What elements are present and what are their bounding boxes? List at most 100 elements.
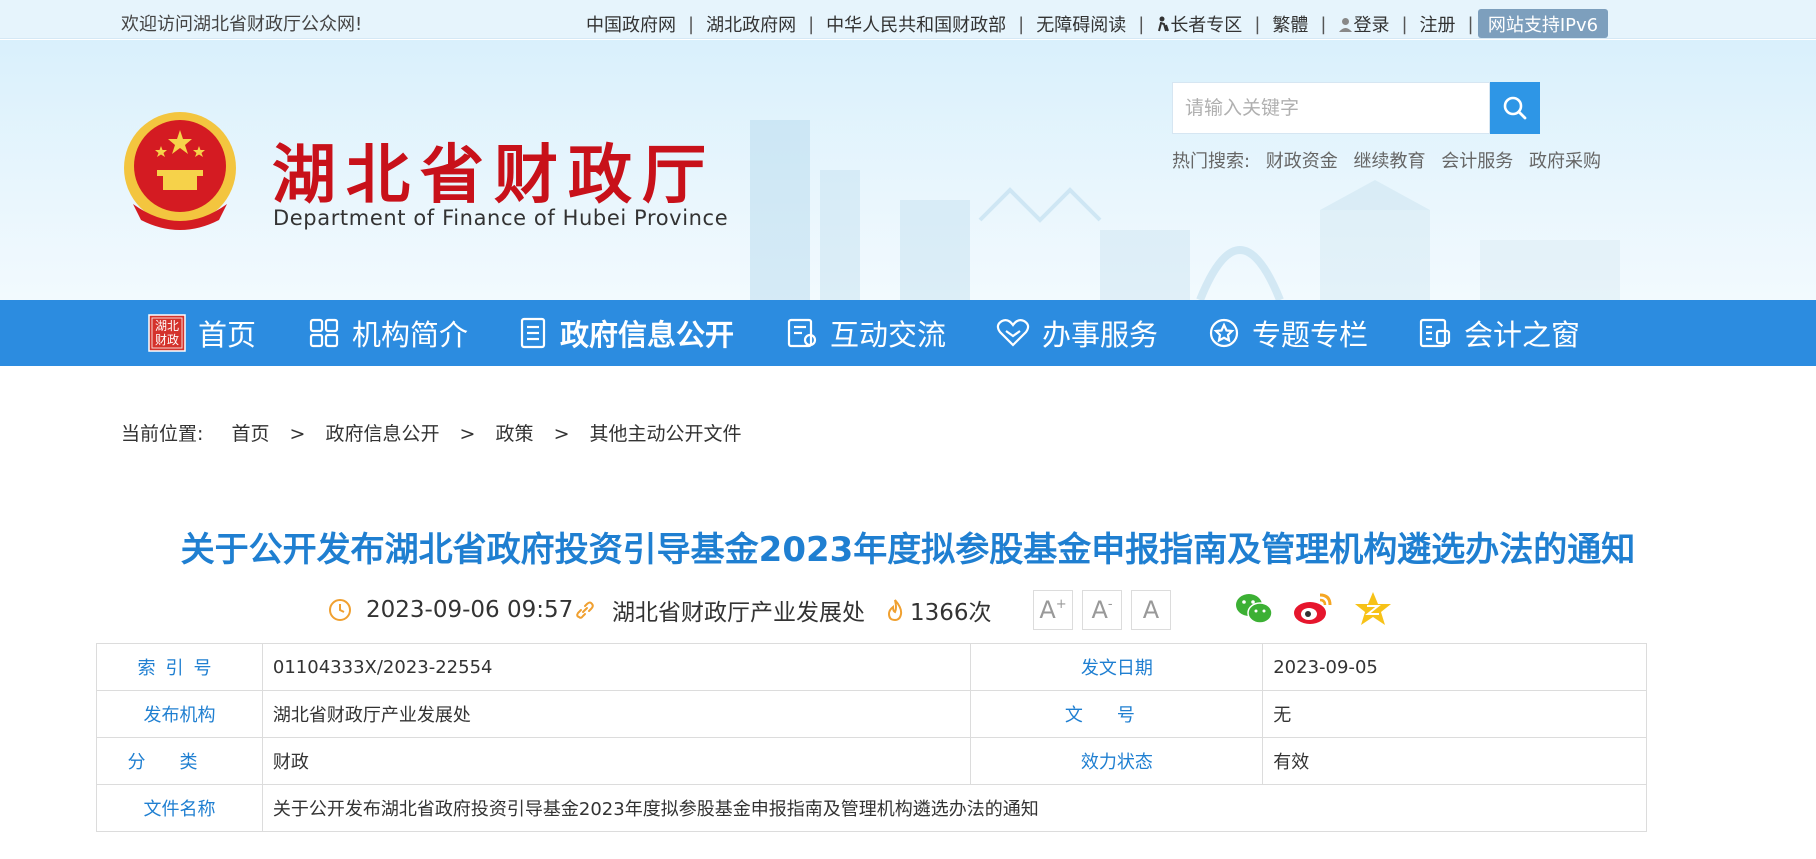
- separator: |: [688, 13, 695, 35]
- heart-icon: [996, 318, 1030, 348]
- font-decrease-button[interactable]: A-: [1082, 590, 1122, 630]
- elderly-icon: [1158, 16, 1170, 32]
- separator: |: [1467, 13, 1474, 35]
- nav-topics-label: 专题专栏: [1252, 318, 1369, 352]
- breadcrumb-separator: >: [289, 423, 306, 445]
- link-traditional[interactable]: 繁體: [1272, 11, 1308, 37]
- nav-accounting-label: 会计之窗: [1464, 318, 1581, 352]
- form-icon: [786, 317, 818, 349]
- font-reset-button[interactable]: A: [1131, 590, 1171, 630]
- nav-gov-info[interactable]: 政府信息公开: [518, 300, 734, 366]
- top-utility-bar: 欢迎访问湖北省财政厅公众网! 中国政府网 | 湖北政府网 | 中华人民共和国财政…: [0, 0, 1816, 39]
- separator: |: [1138, 13, 1145, 35]
- hubei-finance-logo-icon: [148, 314, 186, 352]
- search-icon: [1503, 96, 1527, 120]
- link-login-label: 登录: [1353, 15, 1390, 36]
- publish-source-value: 湖北省财政厅产业发展处: [612, 600, 865, 626]
- nav-home[interactable]: 首页: [148, 300, 256, 366]
- grid-icon: [308, 317, 340, 349]
- filename-value: 关于公开发布湖北省政府投资引导基金2023年度拟参股基金申报指南及管理机构遴选办…: [261, 784, 1648, 832]
- link-elderly[interactable]: 长者专区: [1156, 11, 1242, 37]
- date-value: 2023-09-05: [1262, 643, 1647, 691]
- nav-about[interactable]: 机构简介: [308, 300, 468, 366]
- star-badge-icon: [1208, 317, 1240, 349]
- header-banner: 湖北省财政厅 Department of Finance of Hubei Pr…: [0, 40, 1816, 300]
- main-nav: 首页 机构简介 政府信息公开 互动交流 办事服务 专题专栏 会计之窗: [0, 300, 1816, 366]
- document-icon: [518, 317, 548, 349]
- hot-search-label: 热门搜索:: [1172, 151, 1251, 172]
- link-elderly-label: 长者专区: [1170, 15, 1243, 36]
- hot-keyword[interactable]: 政府采购: [1529, 151, 1601, 172]
- date-label: 发文日期: [970, 643, 1264, 691]
- share-qzone-icon[interactable]: [1354, 591, 1392, 631]
- breadcrumb-prefix: 当前位置:: [121, 423, 204, 445]
- table-row: 分类 财政 效力状态 有效: [96, 737, 1647, 785]
- site-title-en: Department of Finance of Hubei Province: [273, 206, 729, 230]
- filename-label: 文件名称: [96, 784, 263, 832]
- docno-label: 文号: [970, 690, 1264, 738]
- search-box: [1172, 82, 1490, 134]
- docno-value: 无: [1262, 690, 1647, 738]
- nav-interaction[interactable]: 互动交流: [786, 300, 946, 366]
- breadcrumb-policy[interactable]: 政策: [496, 423, 534, 445]
- user-icon: [1339, 17, 1353, 32]
- hot-keyword[interactable]: 财政资金: [1266, 151, 1338, 172]
- link-icon: [576, 601, 594, 619]
- link-mof[interactable]: 中华人民共和国财政部: [826, 11, 1006, 37]
- hot-keyword[interactable]: 会计服务: [1441, 151, 1513, 172]
- link-login[interactable]: 登录: [1338, 11, 1389, 37]
- index-value: 01104333X/2023-22554: [261, 643, 972, 691]
- publish-datetime-value: 2023-09-06 09:57: [366, 597, 574, 623]
- category-label: 分类: [96, 737, 263, 785]
- nav-interaction-label: 互动交流: [830, 318, 947, 352]
- breadcrumb: 当前位置: 首页 > 政府信息公开 > 政策 > 其他主动公开文件: [121, 419, 742, 446]
- flame-icon: [887, 599, 903, 622]
- index-label: 索引号: [96, 643, 263, 691]
- minus-icon: -: [1107, 596, 1113, 612]
- plus-icon: +: [1055, 596, 1067, 612]
- search-button[interactable]: [1490, 82, 1540, 134]
- link-china-gov[interactable]: 中国政府网: [586, 11, 676, 37]
- font-increase-button[interactable]: A +: [1033, 590, 1073, 630]
- breadcrumb-home[interactable]: 首页: [231, 423, 269, 445]
- clock-icon: [329, 599, 351, 621]
- separator: |: [1401, 13, 1408, 35]
- separator: |: [1254, 13, 1261, 35]
- status-value: 有效: [1262, 737, 1647, 785]
- breadcrumb-separator: >: [459, 423, 476, 445]
- calculator-icon: [1418, 317, 1452, 349]
- table-row: 索引号 01104333X/2023-22554 发文日期 2023-09-05: [96, 643, 1647, 691]
- nav-topics[interactable]: 专题专栏: [1208, 300, 1368, 366]
- link-accessibility[interactable]: 无障碍阅读: [1036, 11, 1126, 37]
- publish-source: 湖北省财政厅产业发展处: [574, 590, 865, 630]
- nav-accounting[interactable]: 会计之窗: [1418, 300, 1580, 366]
- category-value: 财政: [261, 737, 972, 785]
- font-increase-label: A: [1039, 596, 1056, 624]
- welcome-text: 欢迎访问湖北省财政厅公众网!: [121, 14, 363, 35]
- link-hubei-gov[interactable]: 湖北政府网: [706, 11, 796, 37]
- nav-services-label: 办事服务: [1042, 318, 1159, 352]
- publisher-label: 发布机构: [96, 690, 263, 738]
- nav-gov-info-label: 政府信息公开: [560, 318, 735, 352]
- status-label: 效力状态: [970, 737, 1264, 785]
- separator: |: [808, 13, 815, 35]
- publish-datetime: 2023-09-06 09:57: [328, 590, 573, 630]
- nav-home-label: 首页: [198, 318, 257, 352]
- search-input[interactable]: [1173, 83, 1489, 133]
- breadcrumb-other-docs[interactable]: 其他主动公开文件: [590, 423, 742, 445]
- link-register[interactable]: 注册: [1420, 11, 1456, 37]
- nav-services[interactable]: 办事服务: [996, 300, 1158, 366]
- share-wechat-icon[interactable]: [1234, 591, 1274, 631]
- font-decrease-label: A: [1091, 596, 1108, 624]
- breadcrumb-gov-info[interactable]: 政府信息公开: [325, 423, 439, 445]
- document-info-table: 索引号 01104333X/2023-22554 发文日期 2023-09-05…: [96, 643, 1648, 832]
- share-weibo-icon[interactable]: [1292, 591, 1334, 631]
- ipv6-badge: 网站支持IPv6: [1478, 9, 1608, 38]
- hot-keyword[interactable]: 继续教育: [1354, 151, 1426, 172]
- separator: |: [1320, 13, 1327, 35]
- article-title: 关于公开发布湖北省政府投资引导基金2023年度拟参股基金申报指南及管理机构遴选办…: [180, 530, 1636, 570]
- view-count: 1366次: [886, 590, 992, 630]
- publisher-value: 湖北省财政厅产业发展处: [261, 690, 972, 738]
- site-title: 湖北省财政厅: [272, 138, 716, 213]
- hot-search: 热门搜索: 财政资金 继续教育 会计服务 政府采购: [1172, 147, 1601, 173]
